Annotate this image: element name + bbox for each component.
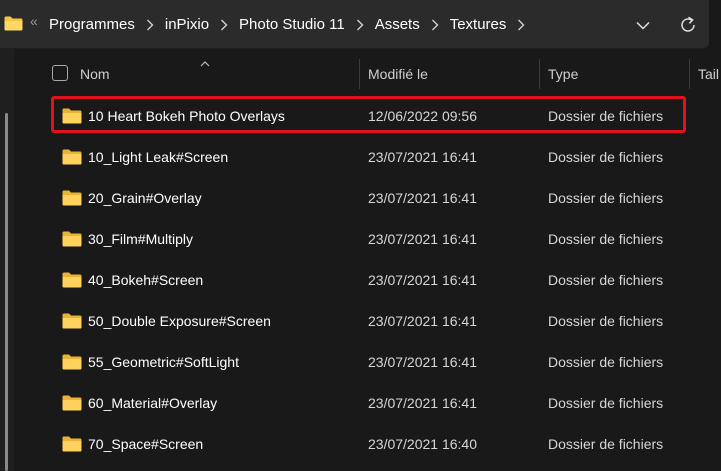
file-row[interactable]: 30_Film#Multiply 23/07/2021 16:41 Dossie…: [14, 219, 721, 260]
breadcrumb-item-textures[interactable]: Textures: [450, 16, 507, 33]
file-type: Dossier de fichiers: [548, 313, 664, 329]
folder-icon: [62, 436, 82, 452]
file-type: Dossier de fichiers: [548, 190, 664, 206]
breadcrumb-item-photo-studio-11[interactable]: Photo Studio 11: [239, 16, 345, 33]
file-modified-date: 23/07/2021 16:40: [368, 436, 477, 452]
overflow-chevron[interactable]: «: [30, 13, 38, 29]
file-modified-date: 23/07/2021 16:41: [368, 313, 477, 329]
file-name[interactable]: 30_Film#Multiply: [88, 231, 193, 247]
folder-icon: [62, 354, 82, 370]
file-list: 10 Heart Bokeh Photo Overlays 12/06/2022…: [14, 96, 721, 465]
folder-icon: [62, 313, 82, 329]
file-type: Dossier de fichiers: [548, 149, 664, 165]
chevron-right-icon[interactable]: [506, 16, 536, 32]
chevron-right-icon[interactable]: [209, 16, 239, 32]
column-divider[interactable]: [689, 59, 690, 89]
file-name[interactable]: 10_Light Leak#Screen: [88, 149, 228, 165]
file-row[interactable]: 50_Double Exposure#Screen 23/07/2021 16:…: [14, 301, 721, 342]
file-name[interactable]: 60_Material#Overlay: [88, 395, 217, 411]
file-name[interactable]: 70_Space#Screen: [88, 436, 203, 452]
file-type: Dossier de fichiers: [548, 395, 664, 411]
column-header-modified[interactable]: Modifié le: [368, 66, 428, 82]
chevron-right-icon[interactable]: [135, 16, 165, 32]
breadcrumb-item-programmes[interactable]: Programmes: [49, 16, 135, 33]
file-name[interactable]: 10 Heart Bokeh Photo Overlays: [88, 108, 285, 124]
chevron-right-icon[interactable]: [345, 16, 375, 32]
file-modified-date: 12/06/2022 09:56: [368, 108, 477, 124]
file-row[interactable]: 60_Material#Overlay 23/07/2021 16:41 Dos…: [14, 383, 721, 424]
file-modified-date: 23/07/2021 16:41: [368, 354, 477, 370]
file-modified-date: 23/07/2021 16:41: [368, 272, 477, 288]
refresh-icon[interactable]: [676, 13, 700, 37]
file-modified-date: 23/07/2021 16:41: [368, 395, 477, 411]
chevron-down-icon[interactable]: [632, 14, 654, 36]
folder-icon: [62, 190, 82, 206]
file-row[interactable]: 10_Light Leak#Screen 23/07/2021 16:41 Do…: [14, 137, 721, 178]
column-header-name[interactable]: Nom: [80, 66, 110, 82]
folder-icon: [62, 231, 82, 247]
file-row[interactable]: 70_Space#Screen 23/07/2021 16:40 Dossier…: [14, 424, 721, 465]
file-row[interactable]: 40_Bokeh#Screen 23/07/2021 16:41 Dossier…: [14, 260, 721, 301]
column-header: Nom Modifié le Type Tail: [14, 49, 721, 99]
file-type: Dossier de fichiers: [548, 272, 664, 288]
column-header-type[interactable]: Type: [548, 66, 578, 82]
address-bar[interactable]: « Programmes inPixio Photo Studio 11 Ass…: [0, 0, 709, 49]
folder-icon: [4, 16, 23, 31]
file-explorer-window: « Programmes inPixio Photo Studio 11 Ass…: [0, 0, 721, 471]
file-name[interactable]: 20_Grain#Overlay: [88, 190, 202, 206]
file-row[interactable]: 20_Grain#Overlay 23/07/2021 16:41 Dossie…: [14, 178, 721, 219]
select-all-checkbox[interactable]: [52, 65, 68, 81]
scrollbar-thumb[interactable]: [5, 113, 8, 471]
file-modified-date: 23/07/2021 16:41: [368, 231, 477, 247]
file-type: Dossier de fichiers: [548, 108, 664, 124]
breadcrumb-item-inpixio[interactable]: inPixio: [165, 16, 209, 33]
file-modified-date: 23/07/2021 16:41: [368, 149, 477, 165]
sort-ascending-icon: [200, 54, 210, 67]
breadcrumb: Programmes inPixio Photo Studio 11 Asset…: [49, 0, 536, 48]
folder-icon: [62, 395, 82, 411]
file-type: Dossier de fichiers: [548, 436, 664, 452]
breadcrumb-item-assets[interactable]: Assets: [375, 16, 420, 33]
folder-icon: [62, 108, 82, 124]
file-type: Dossier de fichiers: [548, 354, 664, 370]
navigation-pane: [0, 49, 14, 471]
column-divider[interactable]: [359, 59, 360, 89]
file-row[interactable]: 10 Heart Bokeh Photo Overlays 12/06/2022…: [14, 96, 721, 137]
column-header-size[interactable]: Tail: [698, 66, 719, 82]
column-divider[interactable]: [539, 59, 540, 89]
file-name[interactable]: 40_Bokeh#Screen: [88, 272, 203, 288]
folder-icon: [62, 149, 82, 165]
chevron-right-icon[interactable]: [420, 16, 450, 32]
file-name[interactable]: 55_Geometric#SoftLight: [88, 354, 239, 370]
file-modified-date: 23/07/2021 16:41: [368, 190, 477, 206]
file-row[interactable]: 55_Geometric#SoftLight 23/07/2021 16:41 …: [14, 342, 721, 383]
file-type: Dossier de fichiers: [548, 231, 664, 247]
file-name[interactable]: 50_Double Exposure#Screen: [88, 313, 271, 329]
folder-icon: [62, 272, 82, 288]
